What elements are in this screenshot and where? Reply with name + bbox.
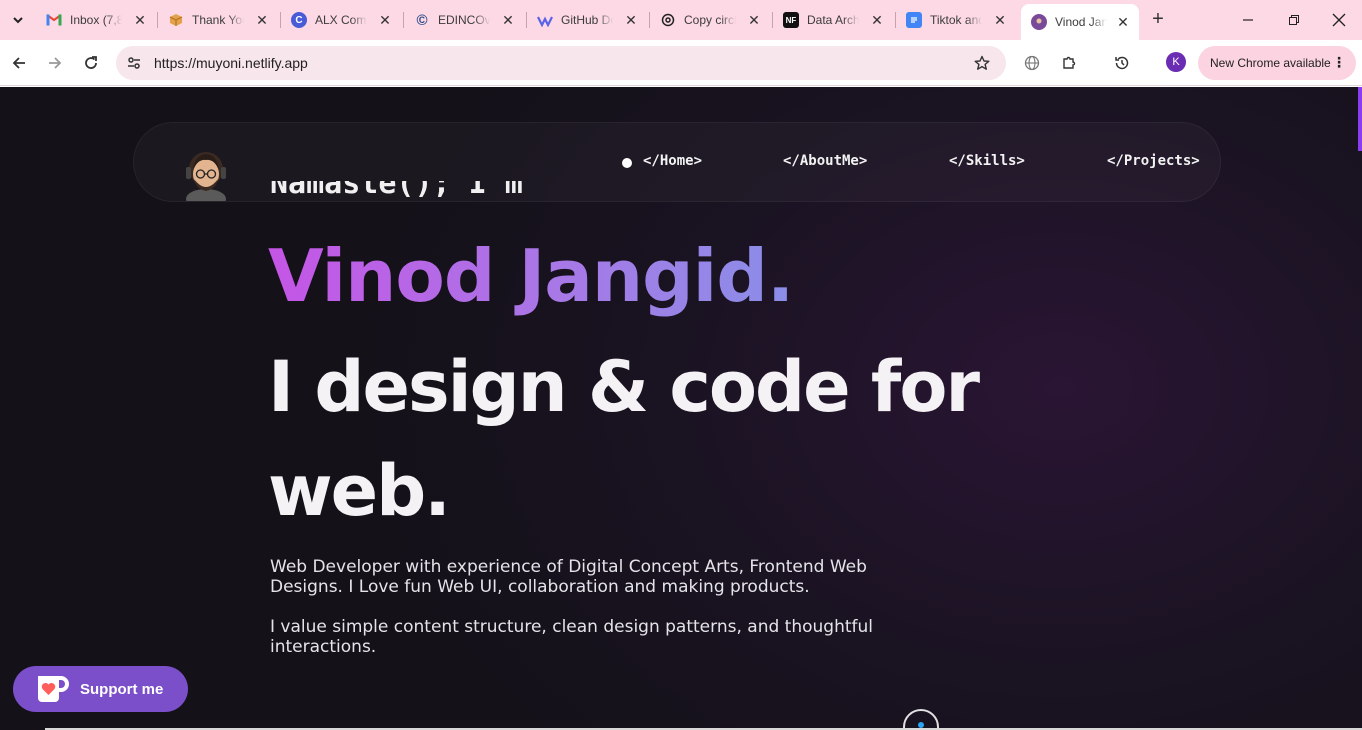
history-button[interactable] — [1110, 51, 1134, 75]
tab-title: Data Arch — [807, 13, 859, 27]
puzzle-icon — [1063, 56, 1076, 69]
site-navbar: </Home> </AboutMe> </Skills> </Projects> — [133, 122, 1221, 202]
active-nav-indicator — [622, 158, 632, 168]
address-bar[interactable]: https://muyoni.netlify.app — [116, 46, 1006, 80]
close-icon[interactable]: ✕ — [869, 12, 885, 28]
nfj-icon: NF — [783, 12, 799, 28]
arrow-left-icon — [12, 57, 25, 69]
tab-copy-circle[interactable]: Copy circl ✕ — [650, 6, 770, 34]
avatar-favicon-icon — [1031, 14, 1047, 30]
reload-button[interactable] — [79, 51, 103, 75]
tab-title: Inbox (7,8 — [70, 13, 122, 27]
page-scrollbar[interactable] — [1358, 87, 1362, 151]
nav-skills-link[interactable]: </Skills> — [949, 153, 1025, 169]
translate-button[interactable] — [1020, 51, 1044, 75]
chevron-down-icon — [13, 17, 23, 24]
avatar[interactable] — [182, 145, 230, 201]
close-window-icon — [1332, 13, 1346, 27]
close-icon[interactable]: ✕ — [992, 12, 1008, 28]
close-icon[interactable]: ✕ — [1115, 14, 1131, 30]
tab-search-button[interactable] — [6, 8, 30, 32]
minimize-icon — [1243, 19, 1253, 21]
bookmark-star-button[interactable] — [972, 53, 992, 73]
support-label: Support me — [80, 680, 164, 698]
google-docs-icon — [906, 12, 922, 28]
tab-title: Tiktok and — [930, 13, 982, 27]
forward-button[interactable] — [43, 51, 67, 75]
more-menu-icon[interactable]: ⋮ — [1332, 54, 1346, 71]
portfolio-page: Namaste(); I'm </Home> </AboutMe> </Skil… — [0, 87, 1362, 730]
restore-button[interactable] — [1271, 0, 1317, 40]
github-docs-icon — [537, 12, 553, 28]
alx-c-icon: C — [291, 12, 307, 28]
tab-title: GitHub De — [561, 13, 613, 27]
close-icon[interactable]: ✕ — [132, 12, 148, 28]
bio-paragraph: I value simple content structure, clean … — [270, 617, 873, 657]
tab-title: Thank You — [192, 13, 244, 27]
close-icon[interactable]: ✕ — [377, 12, 393, 28]
hero-name: Vinod Jangid. — [268, 234, 794, 318]
arrow-right-icon — [49, 57, 62, 69]
kofi-heart-icon — [38, 676, 69, 702]
hero-tagline: I design & code for web. — [268, 346, 980, 532]
profile-avatar[interactable]: K — [1166, 52, 1186, 72]
globe-icon — [1024, 55, 1040, 71]
tab-data-arch[interactable]: NF Data Arch ✕ — [773, 6, 893, 34]
nav-home-link[interactable]: </Home> — [643, 153, 702, 169]
site-info-button[interactable] — [124, 53, 144, 73]
tab-thank-you[interactable]: Thank You ✕ — [158, 6, 278, 34]
openai-icon — [660, 12, 676, 28]
update-label: New Chrome available — [1210, 56, 1331, 70]
back-button[interactable] — [7, 51, 31, 75]
minimize-button[interactable] — [1225, 0, 1271, 40]
extensions-button[interactable] — [1057, 51, 1081, 75]
browser-toolbar: https://muyoni.netlify.app K New Chrome … — [0, 40, 1362, 86]
history-icon — [1115, 56, 1129, 70]
tab-edinco[interactable]: © EDINCOvi ✕ — [404, 6, 524, 34]
tab-alx[interactable]: C ALX Comm ✕ — [281, 6, 401, 34]
scroll-down-indicator[interactable] — [903, 709, 939, 730]
new-tab-button[interactable]: + — [1148, 9, 1168, 30]
tab-tiktok-doc[interactable]: Tiktok and ✕ — [896, 6, 1016, 34]
tab-title: ALX Comm — [315, 13, 367, 27]
close-icon[interactable]: ✕ — [500, 12, 516, 28]
url-text[interactable]: https://muyoni.netlify.app — [154, 55, 308, 71]
nav-projects-link[interactable]: </Projects> — [1107, 153, 1200, 169]
edinco-icon: © — [416, 11, 428, 29]
tab-title: Vinod Jan — [1055, 15, 1107, 29]
tab-title: Copy circl — [684, 13, 736, 27]
support-me-button[interactable]: Support me — [13, 666, 188, 712]
tab-title: EDINCOvi — [438, 13, 490, 27]
bio-paragraph: Web Developer with experience of Digital… — [270, 557, 867, 597]
close-icon[interactable]: ✕ — [623, 12, 639, 28]
tab-vinod-jangid-active[interactable]: Vinod Jan ✕ — [1021, 4, 1139, 40]
package-icon — [168, 12, 184, 28]
close-icon[interactable]: ✕ — [254, 12, 270, 28]
tab-strip: Inbox (7,8 ✕ Thank You ✕ C ALX Comm ✕ © … — [0, 0, 1362, 40]
close-window-button[interactable] — [1316, 0, 1362, 40]
tab-gmail[interactable]: Inbox (7,8 ✕ — [36, 6, 156, 34]
gmail-icon — [46, 12, 62, 28]
tune-icon — [128, 57, 140, 69]
star-icon — [974, 55, 990, 70]
new-chrome-available-button[interactable]: New Chrome available ⋮ — [1198, 46, 1356, 80]
nav-aboutme-link[interactable]: </AboutMe> — [783, 153, 867, 169]
close-icon[interactable]: ✕ — [746, 12, 762, 28]
reload-icon — [85, 56, 97, 69]
hero-bio: Web Developer with experience of Digital… — [270, 557, 890, 677]
restore-icon — [1289, 15, 1299, 25]
tab-github-docs[interactable]: GitHub De ✕ — [527, 6, 647, 34]
